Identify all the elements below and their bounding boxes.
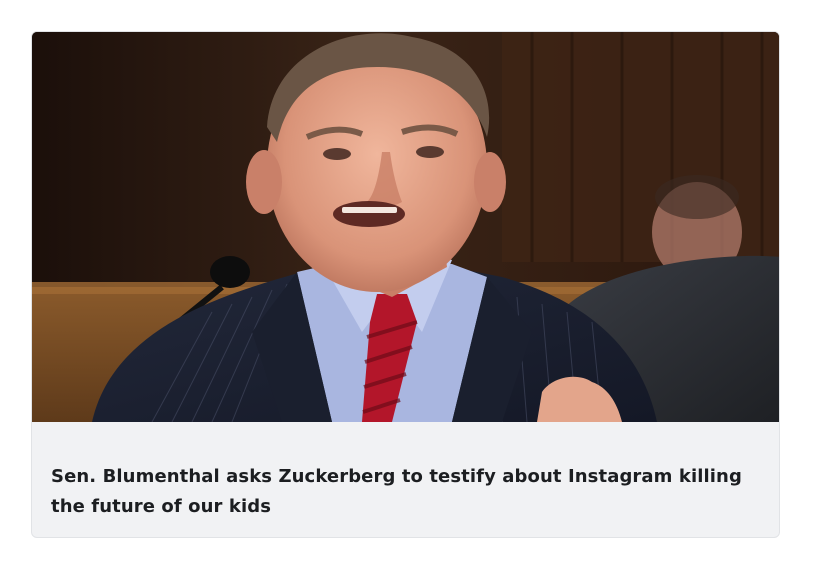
news-card-headline[interactable]: Sen. Blumenthal asks Zuckerberg to testi…	[51, 462, 761, 522]
news-card-photo[interactable]	[32, 32, 779, 422]
news-card[interactable]: Sen. Blumenthal asks Zuckerberg to testi…	[31, 31, 780, 538]
